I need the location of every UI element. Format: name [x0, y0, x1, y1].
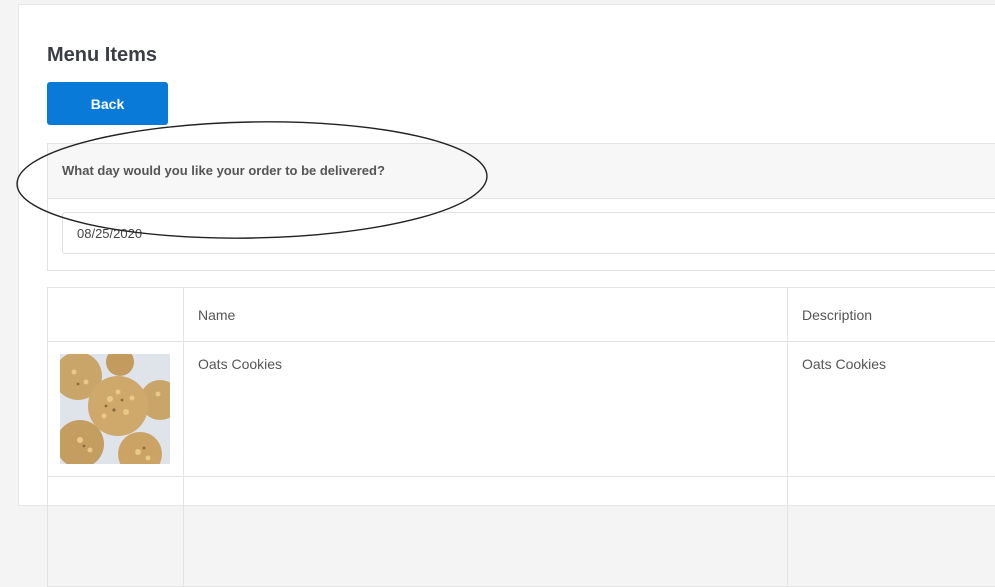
image-column-header	[48, 288, 184, 342]
name-column-header[interactable]: Name	[184, 288, 788, 342]
table-header-row: Name Description	[48, 288, 995, 342]
back-button[interactable]: Back	[47, 82, 168, 125]
table-row[interactable]	[48, 477, 995, 587]
menu-items-table: Name Description	[47, 287, 995, 587]
delivery-date-panel: What day would you like your order to be…	[47, 143, 995, 271]
next-row-cell	[48, 477, 184, 587]
cookies-photo	[60, 354, 170, 464]
page-title: Menu Items	[47, 44, 157, 67]
description-column-header[interactable]: Description	[788, 288, 995, 342]
delivery-date-panel-header: What day would you like your order to be…	[48, 144, 995, 199]
item-image-cell	[48, 342, 184, 477]
delivery-question-label: What day would you like your order to be…	[62, 163, 385, 178]
item-description-cell: Oats Cookies	[788, 342, 995, 477]
next-row-cell	[184, 477, 788, 587]
next-row-cell	[788, 477, 995, 587]
table-row[interactable]: Oats Cookies Oats Cookies	[48, 342, 995, 477]
item-name-cell: Oats Cookies	[184, 342, 788, 477]
delivery-date-input[interactable]	[62, 212, 995, 254]
